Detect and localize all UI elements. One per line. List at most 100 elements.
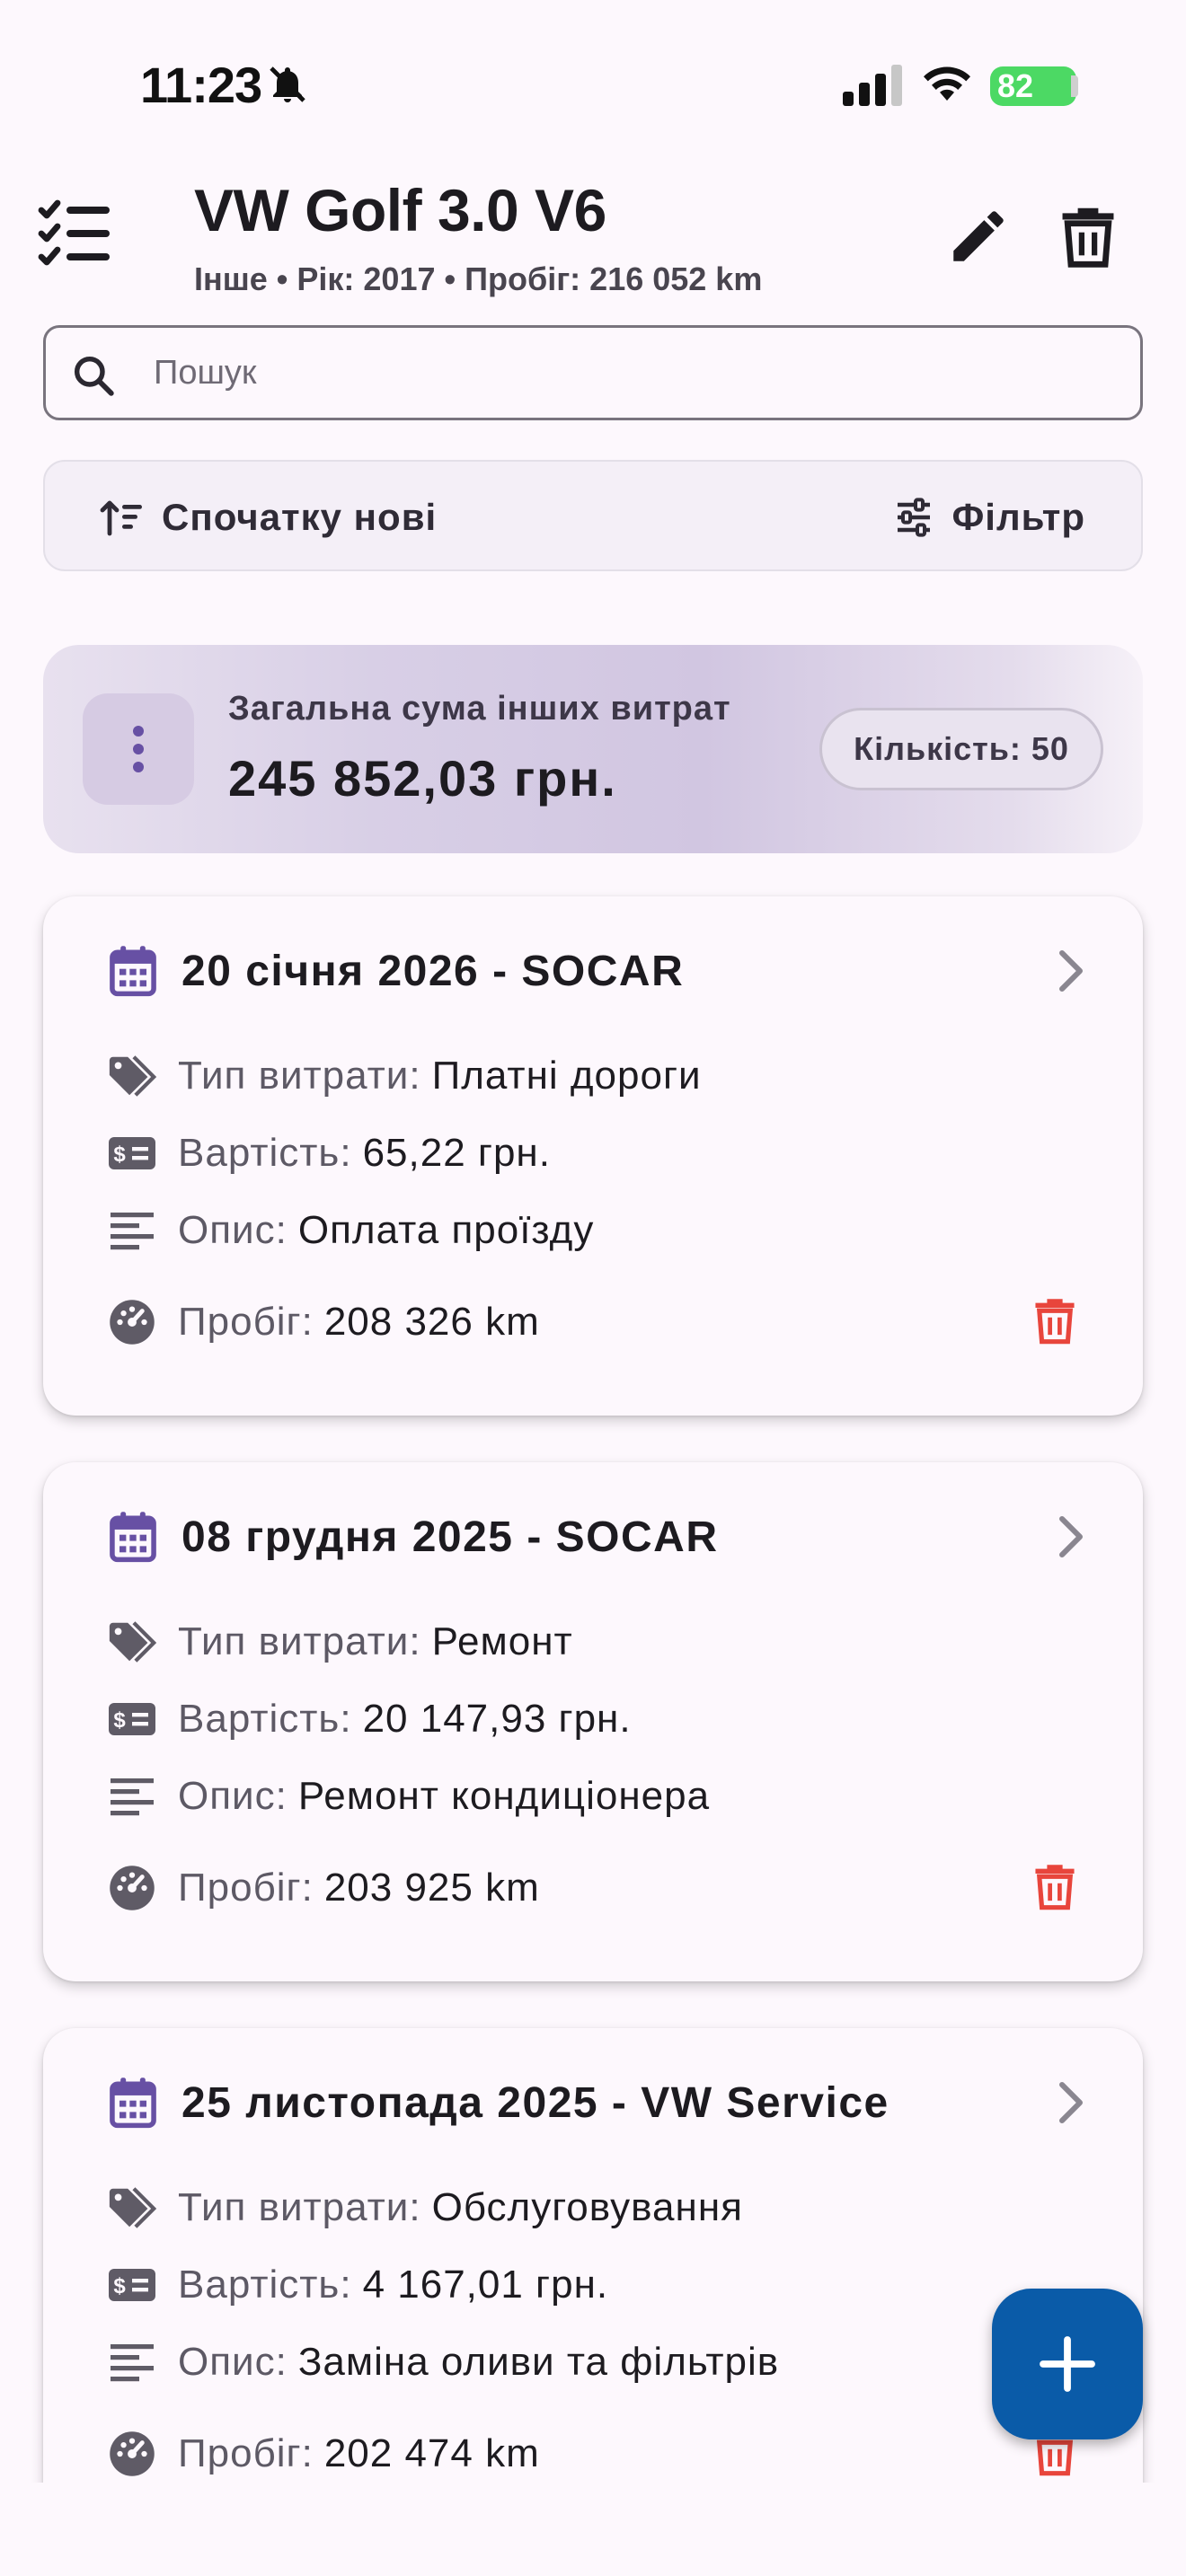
expense-type-label: Тип витрати:	[178, 2185, 421, 2229]
expense-cost-label: Вартість:	[178, 1697, 352, 1741]
trash-icon[interactable]	[1031, 1861, 1078, 1911]
expense-description-icon-wrap	[106, 1204, 158, 1257]
speedometer-icon	[110, 2431, 155, 2476]
expense-cost-value: 65,22 грн.	[362, 1131, 551, 1175]
expense-type-icon-wrap	[106, 2182, 158, 2234]
cellular-signal-icon	[843, 65, 902, 106]
expense-mileage-icon-wrap	[106, 2428, 158, 2480]
wifi-icon	[924, 66, 970, 101]
expense-description-label: Опис:	[178, 2340, 288, 2384]
expense-description-icon-wrap	[106, 2336, 158, 2388]
expense-description-label: Опис:	[178, 1774, 288, 1818]
expense-mileage-row: Пробіг: 208 326 km	[106, 1293, 540, 1351]
expense-mileage-value: 203 925 km	[323, 1866, 540, 1910]
chevron-right-icon[interactable]	[1053, 948, 1089, 993]
checklist-icon[interactable]	[38, 199, 113, 268]
search-icon	[74, 356, 114, 396]
svg-text:$: $	[113, 2274, 127, 2298]
expense-cost-icon-wrap: $	[106, 1693, 158, 1745]
expense-mileage-value: 202 474 km	[323, 2431, 540, 2475]
expense-description-value: Ремонт кондиціонера	[297, 1774, 711, 1818]
expense-mileage-row: Пробіг: 202 474 km	[106, 2425, 540, 2483]
sort-icon	[100, 500, 142, 536]
pencil-icon[interactable]	[945, 203, 1012, 269]
expense-card[interactable]: 20 січня 2026 - SOCAR Тип витрати: Платні …	[43, 896, 1143, 1416]
card-title: 25 листопада 2025 - VW Service	[181, 2078, 890, 2127]
plus-icon	[1040, 2336, 1095, 2392]
status-bar: 11:23 82	[0, 0, 1186, 171]
expense-cost-row: $ Вартість: 4 167,01 грн.	[106, 2256, 608, 2314]
card-title: 20 січня 2026 - SOCAR	[181, 947, 685, 995]
battery-level: 82	[997, 67, 1034, 104]
search-input[interactable]	[154, 328, 1124, 418]
add-expense-button[interactable]	[992, 2289, 1143, 2439]
calendar-icon	[110, 1512, 156, 1563]
trash-icon[interactable]	[1031, 1295, 1078, 1345]
filter-label: Фільтр	[951, 496, 1085, 538]
page-title: VW Golf 3.0 V6	[194, 177, 606, 243]
trash-icon[interactable]	[1057, 203, 1120, 269]
sort-button[interactable]: Спочатку нові	[99, 489, 437, 546]
count-badge: Кількість: 50	[819, 708, 1103, 790]
expense-mileage-label: Пробіг:	[178, 2431, 314, 2475]
expense-type-value: Обслуговування	[431, 2185, 743, 2229]
status-time: 11:23	[140, 57, 262, 113]
expense-mileage-label: Пробіг:	[178, 1866, 314, 1910]
speedometer-icon	[110, 1300, 155, 1345]
expense-description-value: Заміна оливи та фільтрів	[297, 2340, 780, 2384]
tag-icon	[109, 2187, 157, 2228]
card-header: 25 листопада 2025 - VW Service	[108, 2071, 1089, 2134]
expense-type-row: Тип витрати: Платні дороги	[106, 1047, 702, 1105]
expense-description-value: Оплата проїзду	[297, 1208, 595, 1252]
expense-description-icon-wrap	[106, 1770, 158, 1822]
money-icon: $	[109, 1137, 155, 1169]
expense-card[interactable]: 08 грудня 2025 - SOCAR Тип витрати: Ремонт…	[43, 1462, 1143, 1981]
summary-label: Загальна сума інших витрат	[228, 690, 731, 728]
expense-description-row: Опис: Оплата проїзду	[106, 1202, 594, 1259]
expense-type-icon-wrap	[106, 1616, 158, 1668]
expense-type-row: Тип витрати: Обслуговування	[106, 2179, 743, 2236]
calendar-icon	[110, 2078, 156, 2129]
bell-off-icon	[270, 66, 305, 102]
svg-text:$: $	[113, 1708, 127, 1733]
notes-icon	[111, 1213, 154, 1250]
expense-cost-label: Вартість:	[178, 1131, 352, 1175]
summary-total: 245 852,03 грн.	[228, 750, 617, 807]
summary-menu-button[interactable]	[83, 693, 194, 805]
expense-type-label: Тип витрати:	[178, 1054, 421, 1098]
notes-icon	[111, 2344, 154, 2382]
expense-mileage-icon-wrap	[106, 1296, 158, 1348]
svg-text:$: $	[113, 1142, 127, 1167]
vehicle-subtitle: Інше • Рік: 2017 • Пробіг: 216 052 km	[194, 260, 763, 297]
card-header: 08 грудня 2025 - SOCAR	[108, 1505, 1089, 1568]
money-icon: $	[109, 1703, 155, 1735]
expense-type-value: Платні дороги	[431, 1054, 702, 1098]
expense-cost-value: 20 147,93 грн.	[362, 1697, 632, 1741]
expense-type-value: Ремонт	[431, 1619, 573, 1663]
expense-cost-label: Вартість:	[178, 2263, 352, 2307]
expense-type-label: Тип витрати:	[178, 1619, 421, 1663]
more-vert-icon	[133, 726, 144, 772]
chevron-right-icon[interactable]	[1053, 1514, 1089, 1559]
expense-description-row: Опис: Заміна оливи та фільтрів	[106, 2333, 779, 2391]
expense-description-label: Опис:	[178, 1208, 288, 1252]
card-title: 08 грудня 2025 - SOCAR	[181, 1513, 719, 1561]
tag-icon	[109, 1621, 157, 1663]
chevron-right-icon[interactable]	[1053, 2080, 1089, 2125]
expense-cost-value: 4 167,01 грн.	[362, 2263, 609, 2307]
tune-icon	[898, 498, 931, 537]
expense-cost-row: $ Вартість: 20 147,93 грн.	[106, 1690, 632, 1748]
expense-mileage-icon-wrap	[106, 1862, 158, 1914]
calendar-icon	[110, 946, 156, 997]
tag-icon	[109, 1055, 157, 1097]
expense-type-icon-wrap	[106, 1050, 158, 1102]
expense-card[interactable]: 25 листопада 2025 - VW Service Тип витрат…	[43, 2028, 1143, 2547]
money-icon: $	[109, 2269, 155, 2301]
filter-button[interactable]: Фільтр	[892, 489, 1085, 546]
summary-card: Загальна сума інших витрат 245 852,03 гр…	[43, 645, 1143, 853]
expense-description-row: Опис: Ремонт кондиціонера	[106, 1768, 710, 1825]
sort-filter-bar: Спочатку нові Фільтр	[43, 460, 1143, 571]
search-field[interactable]	[43, 325, 1143, 420]
expense-cost-icon-wrap: $	[106, 1127, 158, 1179]
expense-cost-row: $ Вартість: 65,22 грн.	[106, 1125, 551, 1182]
